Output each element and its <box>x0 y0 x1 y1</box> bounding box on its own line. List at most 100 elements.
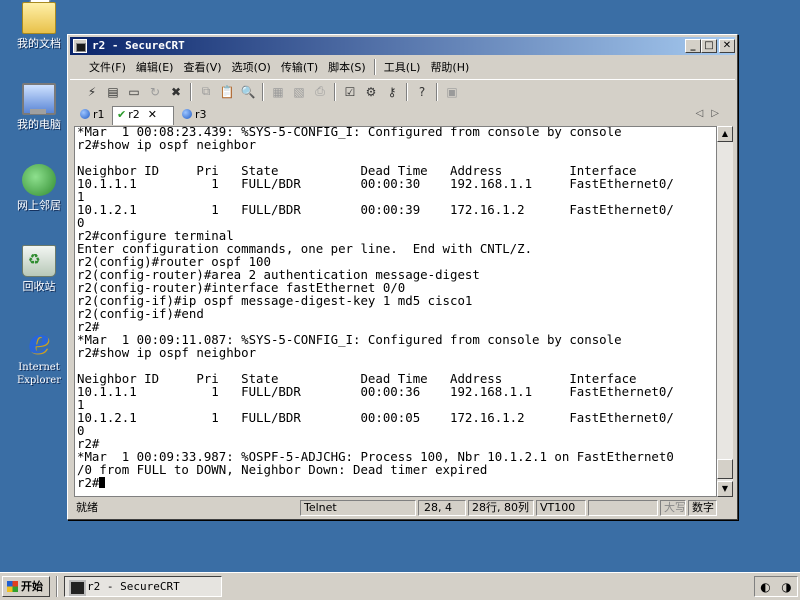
toolbar: ⚡ ▤ ▭ ↻ ✖ ⧉ 📋 🔍 ▦ ▧ ⎙ ☑ ⚙ ⚷ ? ▣ <box>70 79 735 103</box>
global-options-icon[interactable]: ⚙ <box>361 83 381 101</box>
tab-label: r1 <box>93 108 105 121</box>
sftp-icon[interactable]: ▣ <box>442 83 462 101</box>
terminal-line: r2(config-if)#end <box>77 306 204 321</box>
toolbar-separator <box>190 82 192 101</box>
taskbar-separator <box>56 576 58 597</box>
tab-label: r3 <box>195 108 207 121</box>
vertical-scrollbar[interactable]: ▲ ▼ <box>717 126 733 497</box>
terminal-line: 10.1.2.1 1 FULL/BDR 00:00:05 172.16.1.2 … <box>77 410 674 425</box>
menu-script[interactable]: 脚本(S) <box>323 59 371 75</box>
keymap-icon[interactable]: ⚷ <box>382 83 402 101</box>
terminal-prompt: r2# <box>77 475 100 490</box>
desktop-icon-label: 网上邻居 <box>17 199 61 212</box>
menu-options[interactable]: 选项(O) <box>227 59 276 75</box>
copy-icon[interactable]: ⧉ <box>196 83 216 101</box>
connected-icon <box>182 109 192 119</box>
taskbar: 开始 r2 - SecureCRT ◐ ◑ <box>0 572 800 600</box>
connected-icon <box>80 109 90 119</box>
taskbar-securecrt-button[interactable]: r2 - SecureCRT <box>64 576 222 597</box>
tab-r3[interactable]: r3 <box>178 107 212 125</box>
scroll-thumb[interactable] <box>717 459 733 479</box>
desktop-icon-my-computer[interactable]: 我的电脑 <box>4 83 74 131</box>
menu-edit[interactable]: 编辑(E) <box>131 59 179 75</box>
system-tray: ◐ ◑ <box>754 576 798 597</box>
status-num-lock: 数字 <box>688 500 717 516</box>
desktop-icon-label: 回收站 <box>22 280 56 293</box>
status-cursor-position: 28, 4 <box>418 500 466 516</box>
desktop-icon-label: 我的文档 <box>17 37 61 50</box>
menu-file[interactable]: 文件(F) <box>84 59 131 75</box>
start-button[interactable]: 开始 <box>2 576 50 597</box>
network-status-icon[interactable]: ◐ <box>760 580 770 594</box>
toolbar-separator <box>334 82 336 101</box>
status-caps-lock: 大写 <box>660 500 686 516</box>
desktop-icon-my-documents[interactable]: 我的文档 <box>4 2 74 50</box>
menu-help[interactable]: 帮助(H) <box>425 59 474 75</box>
volume-icon[interactable]: ◑ <box>781 580 791 594</box>
tab-r1[interactable]: r1 <box>76 107 110 125</box>
status-bar: 就绪 Telnet 28, 4 28行, 80列 VT100 大写 数字 <box>70 499 735 517</box>
terminal-line: r2#show ip ospf neighbor <box>77 137 257 152</box>
status-ready: 就绪 <box>76 501 98 514</box>
session-options-icon[interactable]: ☑ <box>340 83 360 101</box>
help-icon[interactable]: ? <box>412 83 432 101</box>
connect-in-tab-icon[interactable]: ▭ <box>124 83 144 101</box>
menu-transfer[interactable]: 传输(T) <box>276 59 323 75</box>
app-icon[interactable] <box>73 39 87 53</box>
menu-tools[interactable]: 工具(L) <box>379 59 426 75</box>
paste-icon[interactable]: 📋 <box>217 83 237 101</box>
print-screen-icon[interactable]: ▦ <box>268 83 288 101</box>
securecrt-window: r2 - SecureCRT _ □ ✕ 文件(F) 编辑(E) 查看(V) 选… <box>67 34 738 520</box>
toolbar-separator <box>436 82 438 101</box>
find-icon[interactable]: 🔍 <box>238 83 258 101</box>
tab-r2[interactable]: ✔ r2 ✕ <box>112 106 174 125</box>
terminal-prompt-line: r2# <box>77 476 716 489</box>
tab-scroll-arrows-icon[interactable]: ◁▷ <box>696 108 727 119</box>
checkmark-icon: ✔ <box>117 108 127 121</box>
desktop-icon-internet-explorer[interactable]: e Internet Explorer <box>4 322 74 387</box>
print-icon[interactable]: ⎙ <box>310 83 330 101</box>
print-selection-icon[interactable]: ▧ <box>289 83 309 101</box>
menu-bar: 文件(F) 编辑(E) 查看(V) 选项(O) 传输(T) 脚本(S) 工具(L… <box>70 57 735 77</box>
toolbar-separator <box>406 82 408 101</box>
status-protocol: Telnet <box>300 500 416 516</box>
toolbar-separator <box>262 82 264 101</box>
close-button[interactable]: ✕ <box>719 39 735 53</box>
terminal-line: r2#show ip ospf neighbor <box>77 345 257 360</box>
connect-icon[interactable]: ⚡ <box>82 83 102 101</box>
session-tabs: r1 ✔ r2 ✕ r3 ◁▷ <box>70 105 735 125</box>
status-terminal-size: 28行, 80列 <box>468 500 534 516</box>
my-documents-icon <box>22 2 56 34</box>
menu-separator <box>373 59 376 75</box>
my-computer-icon <box>22 83 56 115</box>
recycle-bin-icon <box>22 245 56 277</box>
terminal-line: 10.1.1.1 1 FULL/BDR 00:00:30 192.168.1.1… <box>77 176 674 191</box>
terminal-cursor <box>99 477 106 488</box>
minimize-button[interactable]: _ <box>685 39 701 53</box>
desktop-icon-recycle-bin[interactable]: 回收站 <box>4 245 74 293</box>
desktop-icon-label: 我的电脑 <box>17 118 61 131</box>
scroll-up-icon[interactable]: ▲ <box>717 126 733 142</box>
close-tab-icon[interactable]: ✕ <box>148 108 157 121</box>
terminal-output: *Mar 1 00:08:23.439: %SYS-5-CONFIG_I: Co… <box>75 127 716 489</box>
title-bar[interactable]: r2 - SecureCRT _ □ ✕ <box>70 37 735 55</box>
terminal-line: 10.1.2.1 1 FULL/BDR 00:00:39 172.16.1.2 … <box>77 202 674 217</box>
menu-view[interactable]: 查看(V) <box>178 59 226 75</box>
window-title: r2 - SecureCRT <box>92 39 185 52</box>
status-empty <box>588 500 658 516</box>
maximize-button[interactable]: □ <box>701 39 717 53</box>
terminal-line: 10.1.1.1 1 FULL/BDR 00:00:36 192.168.1.1… <box>77 384 674 399</box>
terminal-line: 0 <box>77 423 85 438</box>
terminal-view[interactable]: *Mar 1 00:08:23.439: %SYS-5-CONFIG_I: Co… <box>74 126 717 497</box>
tab-label: r2 <box>128 108 140 121</box>
reconnect-icon[interactable]: ↻ <box>145 83 165 101</box>
disconnect-icon[interactable]: ✖ <box>166 83 186 101</box>
desktop-icon-label: Internet Explorer <box>16 362 62 386</box>
network-places-icon <box>22 164 56 196</box>
internet-explorer-icon: e <box>28 322 50 362</box>
status-emulation: VT100 <box>536 500 586 516</box>
desktop-icon-network-places[interactable]: 网上邻居 <box>4 164 74 212</box>
terminal-line: /0 from FULL to DOWN, Neighbor Down: Dea… <box>77 462 488 477</box>
scroll-down-icon[interactable]: ▼ <box>717 481 733 497</box>
quick-connect-icon[interactable]: ▤ <box>103 83 123 101</box>
